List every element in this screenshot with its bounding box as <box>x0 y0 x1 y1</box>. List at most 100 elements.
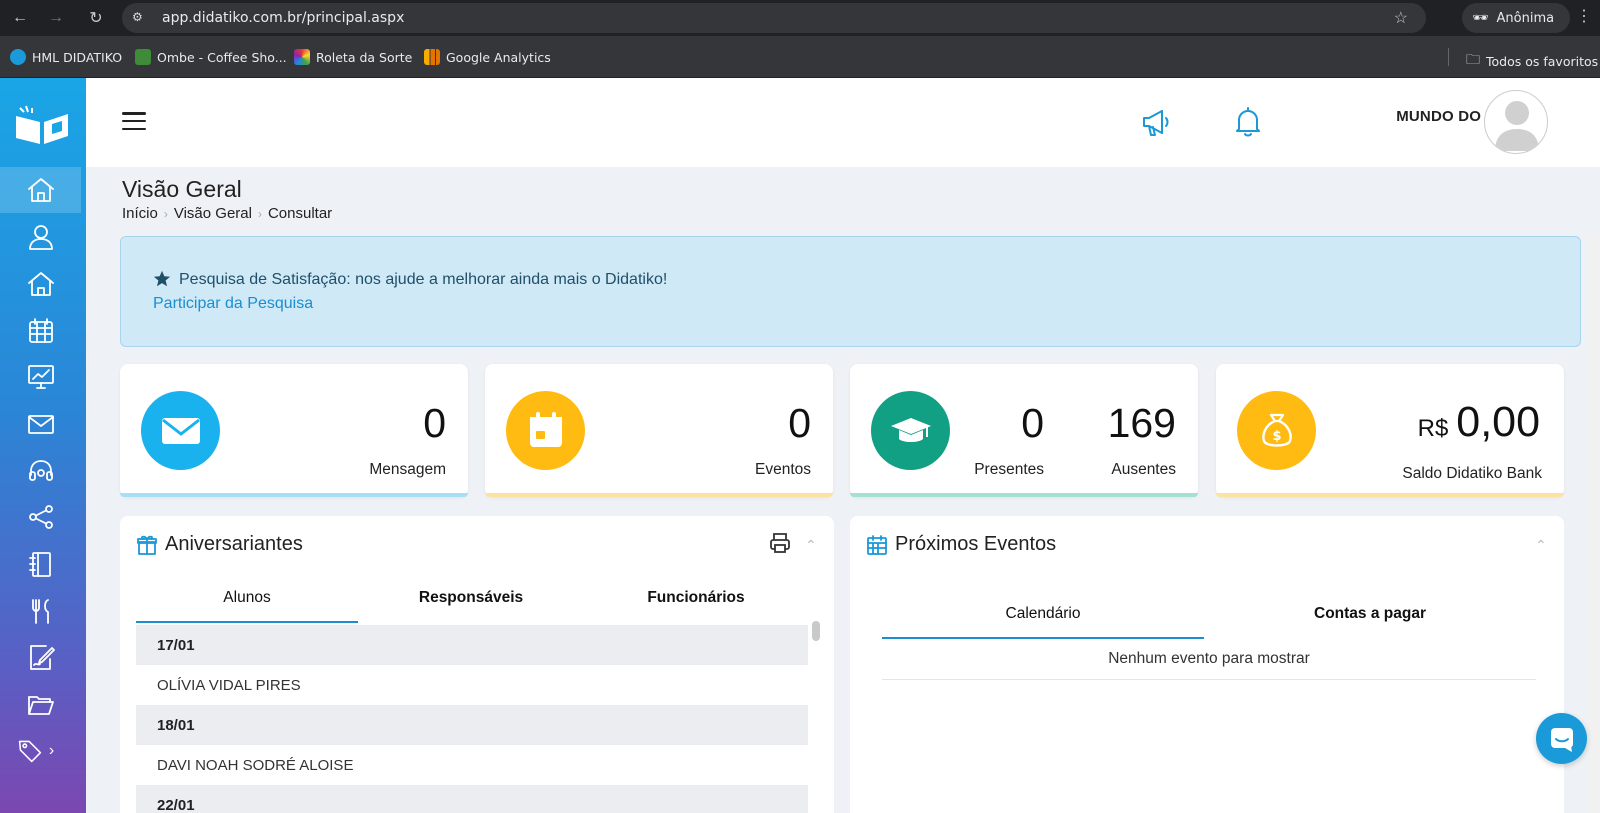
birthdays-panel: Aniversariantes ⌃ Alunos Responsáveis Fu… <box>120 516 834 813</box>
sidebar-item-reports[interactable] <box>0 354 81 400</box>
headset-icon <box>28 460 53 481</box>
reload-icon[interactable]: ↻ <box>84 6 108 30</box>
incognito-profile-button[interactable]: 🕶 Anônima <box>1462 3 1570 33</box>
sidebar-item-notebook[interactable] <box>0 541 81 587</box>
tab-guardians[interactable]: Responsáveis <box>358 589 584 607</box>
birthday-person-row[interactable]: OLÍVIA VIDAL PIRES <box>136 665 808 705</box>
browser-menu-icon[interactable]: ⋮ <box>1576 6 1592 26</box>
announcements-button[interactable] <box>1140 104 1176 140</box>
divider <box>882 679 1536 680</box>
breadcrumb-home-link[interactable]: Início <box>122 205 158 222</box>
active-tab-indicator <box>882 637 1204 639</box>
breadcrumb-overview-link[interactable]: Visão Geral <box>174 205 252 222</box>
breadcrumb: Início › Visão Geral › Consultar <box>122 205 332 222</box>
bookmarks-divider <box>1448 48 1449 66</box>
tab-bills-to-pay[interactable]: Contas a pagar <box>1204 605 1536 623</box>
signature-document-icon <box>29 645 55 670</box>
calendar-icon <box>529 411 562 447</box>
profile-label: Anônima <box>1496 10 1555 26</box>
sidebar-item-messages[interactable] <box>0 401 81 447</box>
sidebar-item-support[interactable] <box>0 448 81 494</box>
tag-icon <box>18 740 42 763</box>
address-bar[interactable]: ⚙ app.didatiko.com.br/principal.aspx ☆ <box>122 3 1426 33</box>
chat-support-button[interactable] <box>1536 713 1587 764</box>
url-text[interactable]: app.didatiko.com.br/principal.aspx <box>162 10 404 26</box>
card-accent-line <box>120 493 468 497</box>
calendar-icon <box>866 534 888 556</box>
breadcrumb-separator-icon: › <box>257 206 262 221</box>
notifications-button[interactable] <box>1230 104 1266 140</box>
home-icon <box>27 178 54 202</box>
all-bookmarks-button[interactable]: 🗀 Todos os favoritos <box>1466 49 1598 73</box>
card-accent-line <box>485 493 833 497</box>
collapse-chevron-icon[interactable]: ⌃ <box>805 537 819 553</box>
breadcrumb-current: Consultar <box>267 205 333 222</box>
bank-balance-card[interactable]: $ R$ 0,00 Saldo Didatiko Bank <box>1216 364 1564 497</box>
hamburger-menu-icon[interactable] <box>122 112 146 130</box>
messages-label: Mensagem <box>369 461 446 478</box>
card-accent-line <box>1216 493 1564 497</box>
forward-icon[interactable]: → <box>44 6 68 30</box>
print-button[interactable] <box>768 531 792 555</box>
didatiko-logo[interactable] <box>14 104 70 144</box>
incognito-icon: 🕶 <box>1472 10 1489 26</box>
all-bookmarks-label: Todos os favoritos <box>1486 53 1599 69</box>
bookmark-star-icon[interactable]: ☆ <box>1394 8 1408 28</box>
bank-balance-label: Saldo Didatiko Bank <box>1402 465 1542 482</box>
site-settings-icon[interactable]: ⚙ <box>132 10 148 26</box>
page-scrollbar[interactable] <box>1588 236 1600 813</box>
bookmark-item[interactable]: Google Analytics <box>424 49 551 65</box>
sidebar-item-files[interactable] <box>0 681 81 727</box>
sidebar-item-tags[interactable]: › <box>0 728 81 774</box>
graduation-cap-icon <box>890 417 931 442</box>
messages-card-icon-circle <box>141 391 220 470</box>
tab-employees[interactable]: Funcionários <box>584 589 808 607</box>
tab-students[interactable]: Alunos <box>136 589 358 607</box>
fork-knife-icon <box>31 599 49 624</box>
app-header: MUNDO DO SABER DIDATIKO <box>86 78 1600 167</box>
share-icon <box>28 505 53 529</box>
app-sidebar: › <box>0 78 86 813</box>
building-icon <box>27 272 54 296</box>
birthday-person-row[interactable]: DAVI NOAH SODRÉ ALOISE <box>136 745 808 785</box>
sidebar-item-share[interactable] <box>0 494 81 540</box>
browser-toolbar: ← → ↻ ⚙ app.didatiko.com.br/principal.as… <box>0 0 1600 36</box>
survey-message: Pesquisa de Satisfação: nos ajude a melh… <box>179 271 668 288</box>
sidebar-item-calendar[interactable] <box>0 308 81 354</box>
absent-count: 169 <box>1107 400 1176 446</box>
megaphone-icon <box>1143 110 1169 136</box>
star-icon <box>153 270 171 287</box>
folder-open-icon <box>27 696 54 715</box>
birthday-date-row: 22/01 <box>136 785 808 813</box>
events-card[interactable]: 0 Eventos <box>485 364 833 497</box>
tab-calendar[interactable]: Calendário <box>882 605 1204 623</box>
sidebar-item-cafeteria[interactable] <box>0 588 81 634</box>
chat-icon <box>1550 727 1573 752</box>
card-accent-line <box>850 493 1198 497</box>
back-icon[interactable]: ← <box>8 6 32 30</box>
bookmark-item[interactable]: Ombe - Coffee Sho... <box>135 49 287 65</box>
survey-alert: Pesquisa de Satisfação: nos ajude a melh… <box>120 236 1581 347</box>
bank-card-icon-circle: $ <box>1237 391 1316 470</box>
svg-text:$: $ <box>1272 429 1281 444</box>
sidebar-item-users[interactable] <box>0 214 81 260</box>
bookmark-label: Ombe - Coffee Sho... <box>157 49 287 65</box>
sidebar-item-contracts[interactable] <box>0 634 81 680</box>
sidebar-item-school[interactable] <box>0 261 81 307</box>
avatar-placeholder-icon <box>1495 101 1539 151</box>
bookmark-item[interactable]: HML DIDATIKO <box>10 49 122 65</box>
birthdays-scrollbar-thumb[interactable] <box>812 621 820 641</box>
bookmark-item[interactable]: Roleta da Sorte <box>294 49 412 65</box>
bell-icon <box>1236 107 1260 137</box>
notebook-icon <box>28 552 51 577</box>
sidebar-item-home[interactable] <box>0 167 81 213</box>
currency-symbol: R$ <box>1417 415 1449 442</box>
birthday-date-row: 17/01 <box>136 625 808 665</box>
user-avatar[interactable] <box>1484 90 1548 154</box>
attendance-card[interactable]: 0 Presentes 169 Ausentes <box>850 364 1198 497</box>
printer-icon <box>770 533 790 553</box>
collapse-chevron-icon[interactable]: ⌃ <box>1535 537 1549 553</box>
survey-link[interactable]: Participar da Pesquisa <box>153 295 313 313</box>
bookmark-label: HML DIDATIKO <box>32 49 123 65</box>
messages-card[interactable]: 0 Mensagem <box>120 364 468 497</box>
